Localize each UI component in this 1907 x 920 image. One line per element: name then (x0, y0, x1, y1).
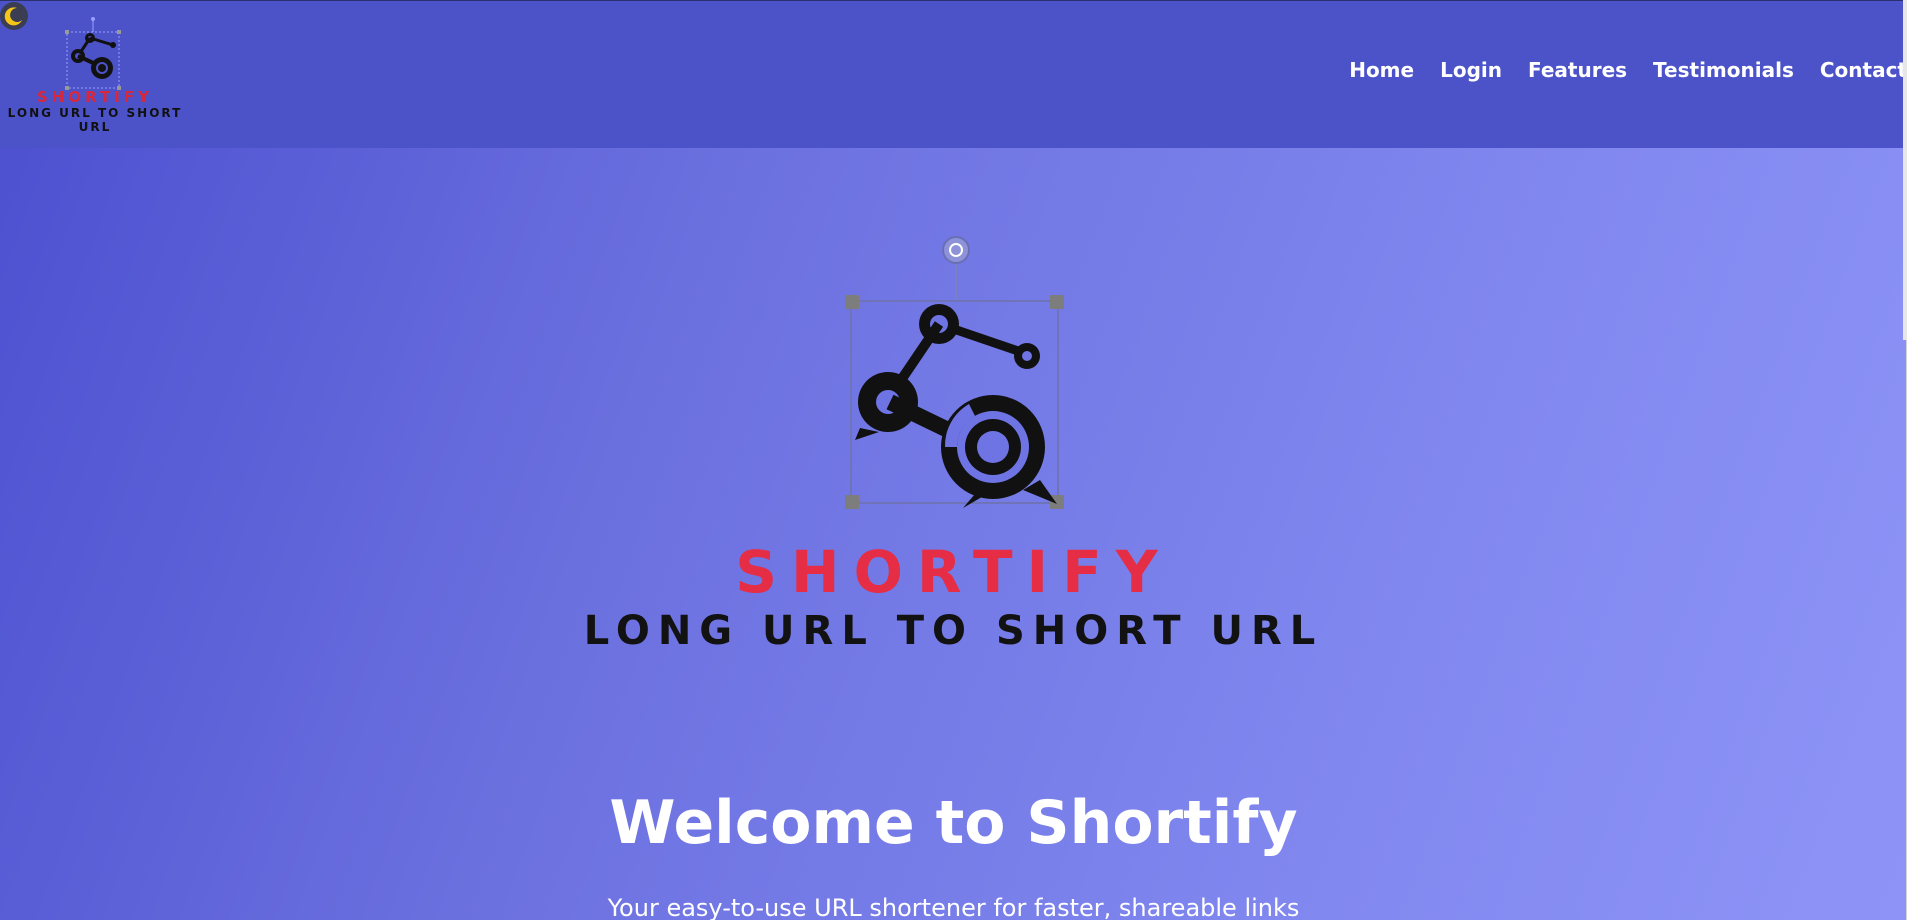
scrollbar-thumb[interactable] (1903, 0, 1907, 340)
hero-title: Welcome to Shortify (609, 788, 1298, 858)
main-nav: Home Login Features Testimonials Contact (1323, 58, 1907, 82)
page: SHORTIFY LONG URL TO SHORT URL Home Logi… (0, 0, 1907, 920)
header-logo-brand: SHORTIFY (37, 88, 153, 106)
hero-logo-image[interactable] (845, 232, 1065, 512)
header-top-border (0, 0, 1907, 1)
nav-features-link[interactable]: Features (1528, 58, 1627, 82)
nav-contact-link[interactable]: Contact (1820, 58, 1907, 82)
nav-home-link[interactable]: Home (1349, 58, 1414, 82)
hero-tagline: LONG URL TO SHORT URL (583, 608, 1324, 654)
header-logo-tagline: LONG URL TO SHORT URL (7, 106, 183, 134)
header-logo[interactable]: SHORTIFY LONG URL TO SHORT URL (0, 14, 190, 134)
nav-login-link[interactable]: Login (1440, 58, 1502, 82)
link-network-icon (65, 17, 121, 90)
link-network-icon (855, 304, 1057, 508)
nav-testimonials-link[interactable]: Testimonials (1653, 58, 1794, 82)
site-header: SHORTIFY LONG URL TO SHORT URL Home Logi… (0, 0, 1907, 148)
hero-brand: SHORTIFY (735, 538, 1172, 606)
hero-subtitle: Your easy-to-use URL shortener for faste… (607, 894, 1300, 920)
